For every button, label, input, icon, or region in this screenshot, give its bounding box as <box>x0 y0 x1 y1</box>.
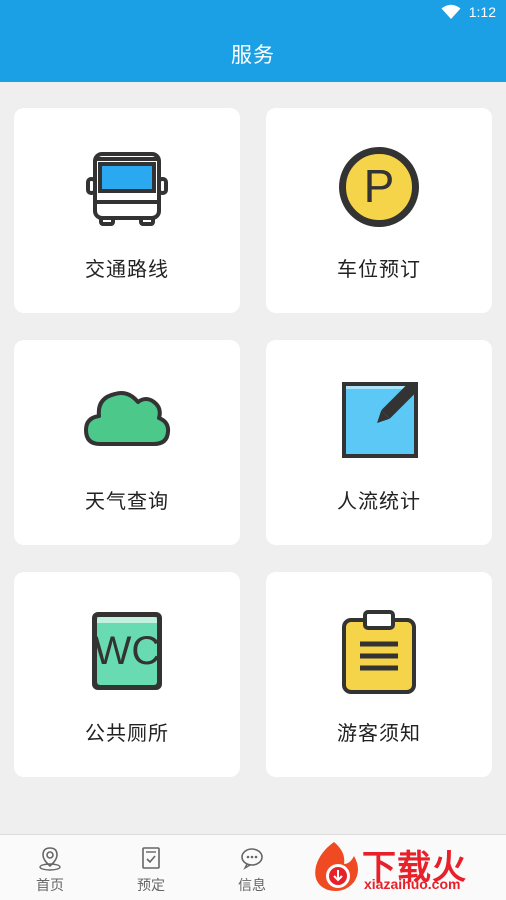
nav-label: 预定 <box>137 878 165 894</box>
nav-item-info[interactable]: 信息 <box>222 845 282 895</box>
location-icon <box>39 847 61 871</box>
nav-item-booking[interactable]: 预定 <box>121 845 181 895</box>
status-bar: 1:12 <box>0 0 506 26</box>
wifi-icon <box>441 4 461 19</box>
service-label: 天气查询 <box>85 489 169 513</box>
service-grid: 交通路线 P 车位预订 天气查询 人流统计 WC 公共厕所 游客须知 <box>0 82 506 834</box>
parking-icon: P <box>334 142 424 232</box>
service-card-notice[interactable]: 游客须知 <box>266 572 492 777</box>
nav-label: 信息 <box>238 878 266 894</box>
service-label: 公共厕所 <box>85 721 169 745</box>
service-card-toilet[interactable]: WC 公共厕所 <box>14 572 240 777</box>
service-label: 人流统计 <box>337 489 421 513</box>
service-card-crowd[interactable]: 人流统计 <box>266 340 492 545</box>
page-title: 服务 <box>231 43 275 67</box>
nav-item-home[interactable]: 首页 <box>20 845 80 895</box>
service-label: 交通路线 <box>85 257 169 281</box>
status-time: 1:12 <box>468 4 496 20</box>
service-label: 车位预订 <box>337 257 421 281</box>
chat-icon <box>241 848 263 870</box>
nav-label: 首页 <box>36 878 64 894</box>
bus-icon <box>82 142 172 232</box>
service-card-parking[interactable]: P 车位预订 <box>266 108 492 313</box>
service-label: 游客须知 <box>337 721 421 745</box>
service-card-traffic[interactable]: 交通路线 <box>14 108 240 313</box>
edit-icon <box>334 374 424 464</box>
flame-logo-icon <box>315 842 358 891</box>
status-indicators: 1:12 <box>441 4 496 20</box>
wc-icon: WC <box>82 606 172 696</box>
watermark-subtitle: xiazaihuo.com <box>364 876 461 892</box>
clipboard-icon <box>334 606 424 696</box>
checklist-icon <box>142 847 160 869</box>
wc-text: WC <box>94 629 161 673</box>
app-bar: 服务 <box>0 26 506 82</box>
service-card-weather[interactable]: 天气查询 <box>14 340 240 545</box>
cloud-icon <box>82 374 172 464</box>
watermark: 下载火 xiazaihuo.com <box>300 834 506 900</box>
parking-letter: P <box>364 160 395 212</box>
